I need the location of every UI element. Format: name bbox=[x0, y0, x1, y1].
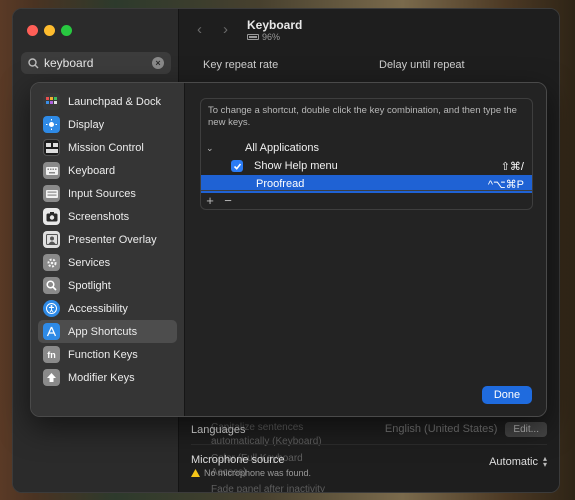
sidebar-item-spotlight[interactable]: Spotlight bbox=[38, 274, 177, 297]
sidebar-item-display[interactable]: Display bbox=[38, 113, 177, 136]
group-label: All Applications bbox=[245, 142, 319, 154]
checkbox[interactable] bbox=[231, 160, 243, 172]
sidebar-item-services[interactable]: Services bbox=[38, 251, 177, 274]
shortcuts-sidebar: Launchpad & Dock Display Mission Control… bbox=[31, 83, 185, 416]
forward-chevron-icon[interactable]: › bbox=[223, 21, 228, 38]
sidebar-item-label: Launchpad & Dock bbox=[68, 95, 161, 108]
shortcuts-list-panel: To change a shortcut, double click the k… bbox=[200, 98, 533, 210]
sidebar-item-label: Modifier Keys bbox=[68, 371, 135, 384]
keyboard-shortcuts-sheet: Launchpad & Dock Display Mission Control… bbox=[30, 82, 547, 417]
sidebar-item-app-shortcuts[interactable]: App Shortcuts bbox=[38, 320, 177, 343]
sidebar-item-presenter-overlay[interactable]: Presenter Overlay bbox=[38, 228, 177, 251]
shortcut-keys[interactable]: ⇧⌘/ bbox=[501, 160, 524, 173]
remove-shortcut-button[interactable]: − bbox=[219, 193, 237, 208]
services-icon bbox=[43, 254, 60, 271]
battery-percent: 96% bbox=[262, 32, 281, 42]
modifier-keys-icon bbox=[43, 369, 60, 386]
keyboard-icon bbox=[43, 162, 60, 179]
shortcut-instructions: To change a shortcut, double click the k… bbox=[208, 105, 517, 128]
microphone-row: Microphone source No microphone was foun… bbox=[191, 447, 547, 481]
microphone-source-select[interactable]: Automatic ▴ ▾ bbox=[489, 447, 547, 469]
shortcut-label: Proofread bbox=[256, 178, 305, 190]
sidebar-item-launchpad-dock[interactable]: Launchpad & Dock bbox=[38, 90, 177, 113]
sidebar-item-label: Accessibility bbox=[68, 302, 128, 315]
sidebar-item-label: Screenshots bbox=[68, 210, 130, 223]
shortcut-row-show-help-menu[interactable]: Show Help menu ⇧⌘/ bbox=[201, 157, 532, 175]
battery-icon bbox=[247, 34, 259, 40]
app-shortcuts-icon bbox=[43, 323, 60, 340]
shortcut-keys[interactable]: ^⌥⌘P bbox=[488, 178, 524, 191]
edit-languages-button[interactable]: Edit... bbox=[505, 422, 547, 437]
search-input[interactable]: keyboard bbox=[44, 56, 93, 70]
shortcuts-content: To change a shortcut, double click the k… bbox=[185, 83, 546, 416]
window-title: Keyboard bbox=[247, 18, 303, 32]
microphone-source-value: Automatic bbox=[489, 456, 538, 468]
shortcut-label: Show Help menu bbox=[254, 160, 338, 172]
fade-panel-text: Fade panel after inactivity bbox=[211, 484, 325, 493]
presenter-overlay-icon bbox=[43, 231, 60, 248]
sidebar-item-label: App Shortcuts bbox=[68, 325, 138, 338]
sidebar-item-modifier-keys[interactable]: Modifier Keys bbox=[38, 366, 177, 389]
sidebar-item-label: Display bbox=[68, 118, 105, 131]
sidebar-item-keyboard[interactable]: Keyboard bbox=[38, 159, 177, 182]
accessibility-icon bbox=[43, 300, 60, 317]
languages-label: Languages bbox=[191, 423, 246, 436]
sidebar-item-screenshots[interactable]: Screenshots bbox=[38, 205, 177, 228]
function-keys-icon: fn bbox=[43, 346, 60, 363]
sidebar-item-label: Keyboard bbox=[68, 164, 116, 177]
chevron-down-icon[interactable]: ⌄ bbox=[206, 143, 214, 154]
done-button[interactable]: Done bbox=[482, 386, 532, 404]
delay-until-repeat-label: Delay until repeat bbox=[379, 59, 465, 71]
sidebar-item-function-keys[interactable]: fn Function Keys bbox=[38, 343, 177, 366]
input-sources-icon bbox=[43, 185, 60, 202]
microphone-warning: No microphone was found. bbox=[204, 468, 312, 478]
add-shortcut-button[interactable]: + bbox=[201, 193, 219, 208]
back-chevron-icon[interactable]: ‹ bbox=[197, 21, 202, 38]
sidebar-item-label: Input Sources bbox=[68, 187, 136, 200]
sidebar-item-label: Spotlight bbox=[68, 279, 111, 292]
minimize-window-button[interactable] bbox=[44, 25, 55, 36]
close-window-button[interactable] bbox=[27, 25, 38, 36]
sidebar-item-accessibility[interactable]: Accessibility bbox=[38, 297, 177, 320]
languages-value: English (United States) bbox=[384, 423, 498, 435]
sidebar-item-mission-control[interactable]: Mission Control bbox=[38, 136, 177, 159]
clear-search-button[interactable]: × bbox=[152, 57, 164, 69]
list-controls: + − bbox=[201, 190, 532, 209]
search-icon bbox=[28, 57, 39, 68]
key-repeat-rate-label: Key repeat rate bbox=[203, 59, 279, 71]
checkmark-icon bbox=[233, 162, 241, 170]
warning-icon bbox=[191, 469, 200, 477]
mission-control-icon bbox=[43, 139, 60, 156]
launchpad-dock-icon bbox=[43, 93, 60, 110]
microphone-source-label: Microphone source bbox=[191, 454, 285, 466]
sidebar-item-label: Function Keys bbox=[68, 348, 138, 361]
battery-status: 96% bbox=[247, 32, 280, 42]
display-icon bbox=[43, 116, 60, 133]
sidebar-item-label: Mission Control bbox=[68, 141, 144, 154]
screenshots-icon bbox=[43, 208, 60, 225]
chevron-up-down-icon: ▴ ▾ bbox=[542, 454, 547, 469]
sidebar-item-label: Services bbox=[68, 256, 111, 269]
spotlight-icon bbox=[43, 277, 60, 294]
search-field[interactable]: keyboard × bbox=[21, 52, 171, 74]
sidebar-item-label: Presenter Overlay bbox=[68, 233, 157, 246]
languages-row: Languages English (United States) Edit... bbox=[191, 415, 547, 445]
zoom-window-button[interactable] bbox=[61, 25, 72, 36]
group-row-all-applications[interactable]: ⌄ All Applications bbox=[201, 139, 532, 157]
sidebar-item-input-sources[interactable]: Input Sources bbox=[38, 182, 177, 205]
